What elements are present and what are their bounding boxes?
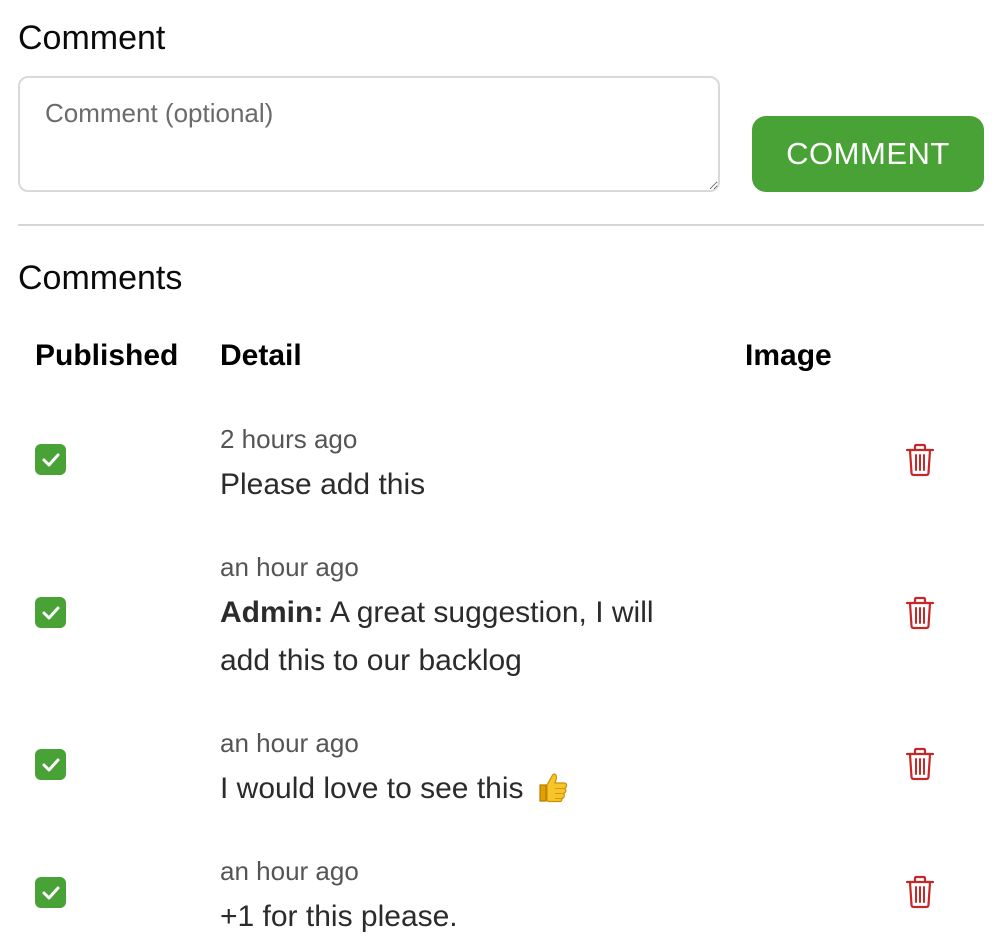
check-icon — [42, 758, 59, 771]
check-icon — [42, 606, 59, 619]
comment-submit-button[interactable]: COMMENT — [752, 116, 984, 192]
column-header-image: Image — [745, 339, 832, 372]
comment-body: I would love to see this — [220, 772, 524, 805]
comment-field-wrapper — [18, 76, 720, 192]
published-checkbox[interactable] — [35, 444, 66, 475]
comment-input[interactable] — [18, 76, 720, 192]
comment-timestamp: an hour ago — [220, 856, 359, 886]
trash-icon[interactable] — [905, 875, 935, 909]
comments-heading: Comments — [18, 259, 183, 297]
comment-body: +1 for this please. — [220, 900, 458, 933]
comment-body: Please add this — [220, 468, 426, 501]
trash-icon[interactable] — [905, 747, 935, 781]
comment-text: Admin: A great suggestion, I will add th… — [220, 589, 710, 685]
published-checkbox[interactable] — [35, 877, 66, 908]
column-header-published: Published — [35, 339, 179, 372]
comments-panel: Comment COMMENT Comments Published Detai… — [0, 0, 1004, 950]
column-header-detail: Detail — [220, 339, 302, 372]
comment-text: Please add this — [220, 461, 710, 509]
published-checkbox[interactable] — [35, 749, 66, 780]
check-icon — [42, 453, 59, 466]
section-divider — [18, 224, 984, 226]
comment-text: +1 for this please. — [220, 893, 710, 941]
comment-timestamp: an hour ago — [220, 728, 359, 758]
comment-timestamp: an hour ago — [220, 552, 359, 582]
check-icon — [42, 886, 59, 899]
comment-author: Admin: — [220, 596, 324, 629]
thumbs-up-icon — [539, 773, 568, 803]
comment-timestamp: 2 hours ago — [220, 424, 358, 454]
comment-heading: Comment — [18, 19, 166, 57]
trash-icon[interactable] — [905, 596, 935, 630]
trash-icon[interactable] — [905, 443, 935, 477]
published-checkbox[interactable] — [35, 597, 66, 628]
comment-text: I would love to see this — [220, 765, 710, 813]
